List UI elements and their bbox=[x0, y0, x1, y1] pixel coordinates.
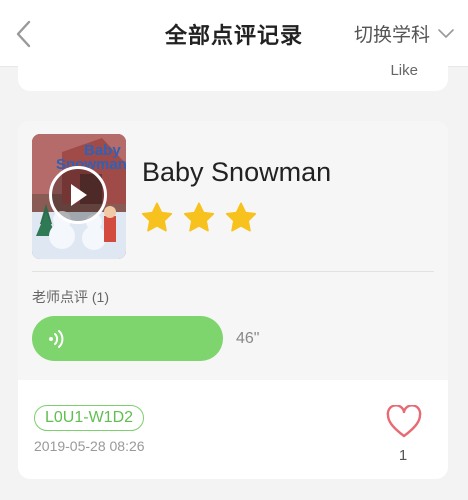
teacher-review-label: 老师点评 (1) bbox=[32, 289, 109, 305]
chevron-down-icon bbox=[438, 28, 454, 38]
star-icon bbox=[183, 202, 215, 232]
review-card: Baby Snowman Baby Snowman 老师点评 (1) 46" L… bbox=[18, 121, 448, 479]
previous-review-card: Like bbox=[18, 50, 448, 91]
play-button[interactable] bbox=[49, 166, 107, 224]
divider bbox=[32, 271, 434, 272]
book-title: Baby Snowman bbox=[142, 157, 332, 187]
review-card-body: Baby Snowman Baby Snowman 老师点评 (1) 46" bbox=[18, 121, 448, 380]
heart-icon[interactable] bbox=[386, 405, 422, 439]
switch-subject-label: 切换学科 bbox=[353, 25, 430, 46]
voice-message-button[interactable] bbox=[32, 316, 223, 361]
voice-duration: 46" bbox=[236, 330, 260, 347]
like-label[interactable]: Like bbox=[390, 62, 418, 79]
play-icon bbox=[71, 184, 87, 206]
like-count: 1 bbox=[398, 447, 408, 464]
lesson-tag[interactable]: L0U1-W1D2 bbox=[34, 405, 145, 431]
review-date: 2019-05-28 08:26 bbox=[34, 438, 145, 454]
voice-wave-icon bbox=[49, 330, 64, 348]
star-icon bbox=[225, 202, 257, 232]
switch-subject-button[interactable]: 切换学科 bbox=[354, 20, 454, 47]
star-rating bbox=[140, 201, 258, 234]
book-cover[interactable]: Baby Snowman bbox=[32, 134, 126, 259]
star-icon bbox=[141, 202, 173, 232]
